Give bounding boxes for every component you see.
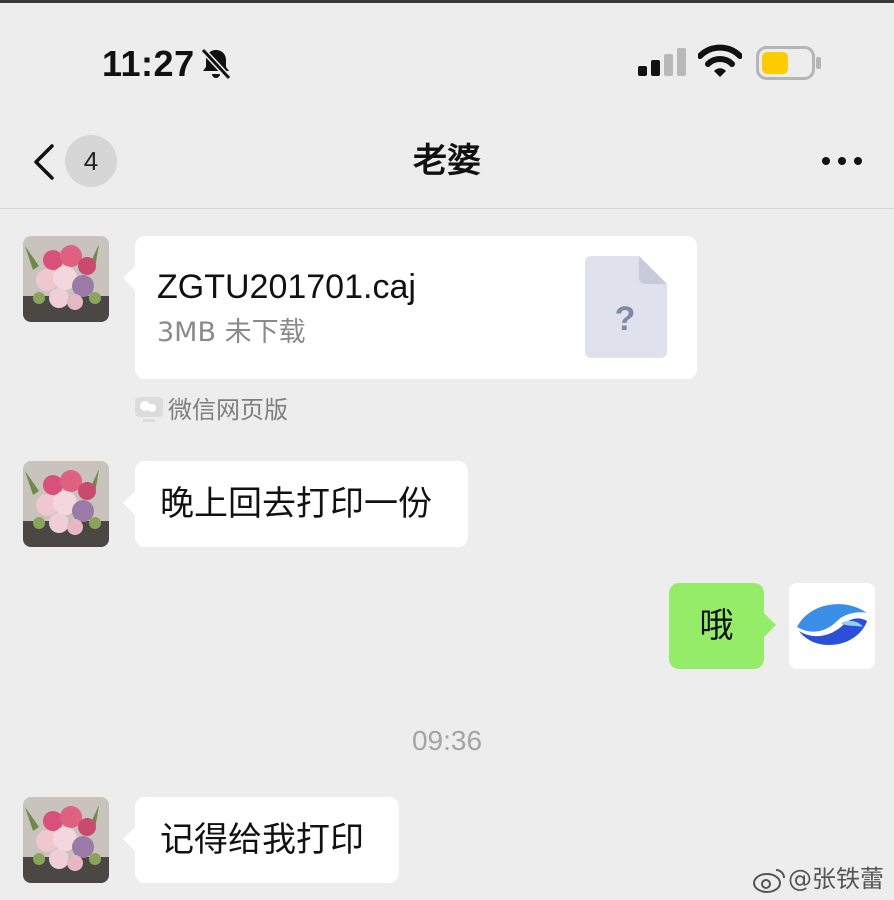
cellular-signal-icon — [638, 48, 686, 76]
text-message-bubble[interactable]: 记得给我打印 — [123, 797, 399, 883]
message-text: 晚上回去打印一份 — [160, 484, 432, 524]
file-meta: 3MB 未下载 — [157, 317, 306, 348]
timestamp: 09:36 — [411, 725, 483, 756]
top-border — [0, 0, 894, 3]
source-label: 微信网页版 — [168, 396, 288, 424]
chat-title: 老婆 — [413, 141, 481, 181]
battery-icon — [756, 46, 821, 80]
file-name: ZGTU201701.caj — [157, 268, 416, 306]
my-avatar[interactable] — [789, 583, 875, 669]
sent-message-bubble[interactable]: 哦 — [669, 583, 776, 669]
unknown-file-icon: ? — [585, 256, 667, 358]
chat-header: 4 老婆 — [0, 112, 894, 209]
weibo-icon — [753, 869, 785, 893]
message-text: 记得给我打印 — [160, 820, 364, 860]
svg-text:?: ? — [615, 300, 636, 338]
contact-avatar[interactable] — [23, 461, 109, 547]
contact-avatar[interactable] — [23, 236, 109, 322]
file-message-bubble[interactable]: ZGTU201701.caj 3MB 未下载 ? — [123, 236, 697, 379]
text-message-bubble[interactable]: 晚上回去打印一份 — [123, 461, 468, 547]
status-time: 11:27 — [102, 43, 195, 84]
message-text: 哦 — [699, 606, 734, 646]
bell-slash-icon — [200, 47, 232, 81]
wifi-icon — [698, 44, 742, 77]
contact-avatar[interactable] — [23, 797, 109, 883]
watermark: @张铁蕾 — [752, 862, 890, 896]
watermark-text: @张铁蕾 — [788, 865, 884, 893]
ellipsis-icon[interactable] — [820, 146, 864, 176]
wechat-web-icon — [135, 397, 163, 422]
